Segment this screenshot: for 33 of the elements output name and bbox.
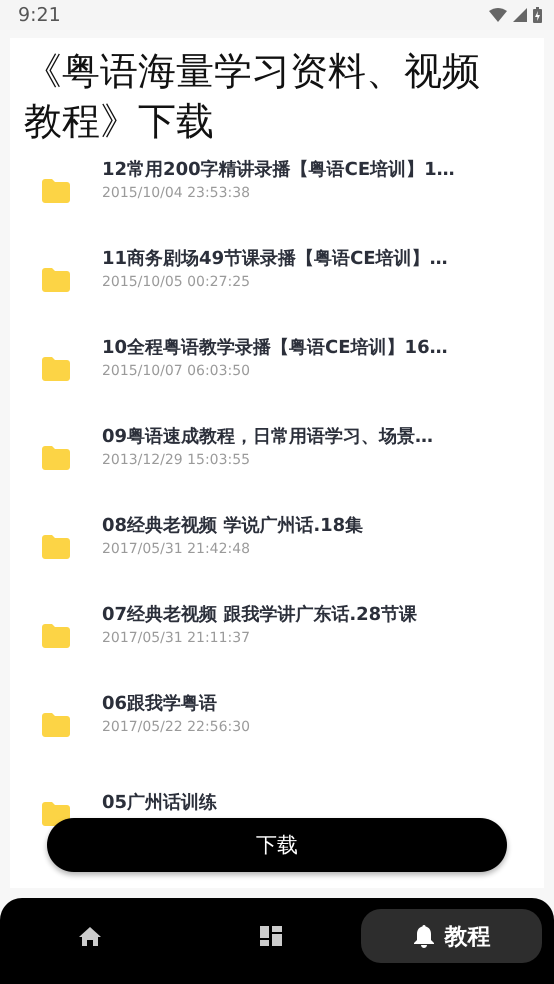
file-name[interactable]: 06跟我学粤语 bbox=[102, 690, 250, 714]
page-title: 《粤语海量学习资料、视频教程》下载 bbox=[23, 48, 481, 145]
folder-icon bbox=[42, 178, 70, 202]
home-icon bbox=[78, 925, 102, 947]
file-date: 2013/12/29 15:03:55 bbox=[102, 452, 252, 468]
file-date: 2017/05/22 22:56:30 bbox=[102, 718, 250, 734]
download-button[interactable]: 下载 bbox=[47, 818, 507, 872]
dashboard-icon bbox=[258, 925, 283, 947]
file-name[interactable]: 11商务剧场49节课录播【粤语CE培训】… bbox=[102, 246, 448, 270]
file-date: 2017/05/31 21:11:37 bbox=[102, 630, 252, 646]
wifi-icon bbox=[489, 8, 507, 22]
file-name[interactable]: 08经典老视频 学说广州话.18集 bbox=[102, 512, 364, 536]
file-name[interactable]: 09粤语速成教程，日常用语学习、场景… bbox=[102, 424, 434, 448]
file-name[interactable]: 12常用200字精讲录播【粤语CE培训】1… bbox=[102, 156, 455, 180]
folder-icon bbox=[42, 446, 70, 470]
folder-icon bbox=[42, 802, 70, 826]
file-name[interactable]: 10全程粤语教学录播【粤语CE培训】16… bbox=[102, 334, 448, 358]
folder-icon bbox=[42, 624, 70, 648]
file-name[interactable]: 07经典老视频 跟我学讲广东话.28节课 bbox=[102, 602, 418, 626]
folder-icon bbox=[42, 268, 70, 292]
nav-tab[interactable]: 教程 bbox=[361, 909, 542, 963]
file-date: 2015/10/07 06:03:50 bbox=[102, 362, 252, 378]
status-time: 9:21 bbox=[18, 4, 61, 26]
battery-icon bbox=[533, 7, 542, 23]
bell-icon bbox=[412, 924, 435, 948]
folder-icon bbox=[42, 712, 70, 736]
file-date: 2017/05/31 21:42:48 bbox=[102, 540, 252, 556]
file-name[interactable]: 05广州话训练 bbox=[102, 790, 218, 814]
signal-icon bbox=[513, 8, 527, 22]
file-date: 2015/10/05 00:27:25 bbox=[102, 274, 252, 290]
folder-icon bbox=[42, 534, 70, 558]
folder-icon bbox=[42, 356, 70, 380]
file-date: 2015/10/04 23:53:38 bbox=[102, 184, 252, 200]
